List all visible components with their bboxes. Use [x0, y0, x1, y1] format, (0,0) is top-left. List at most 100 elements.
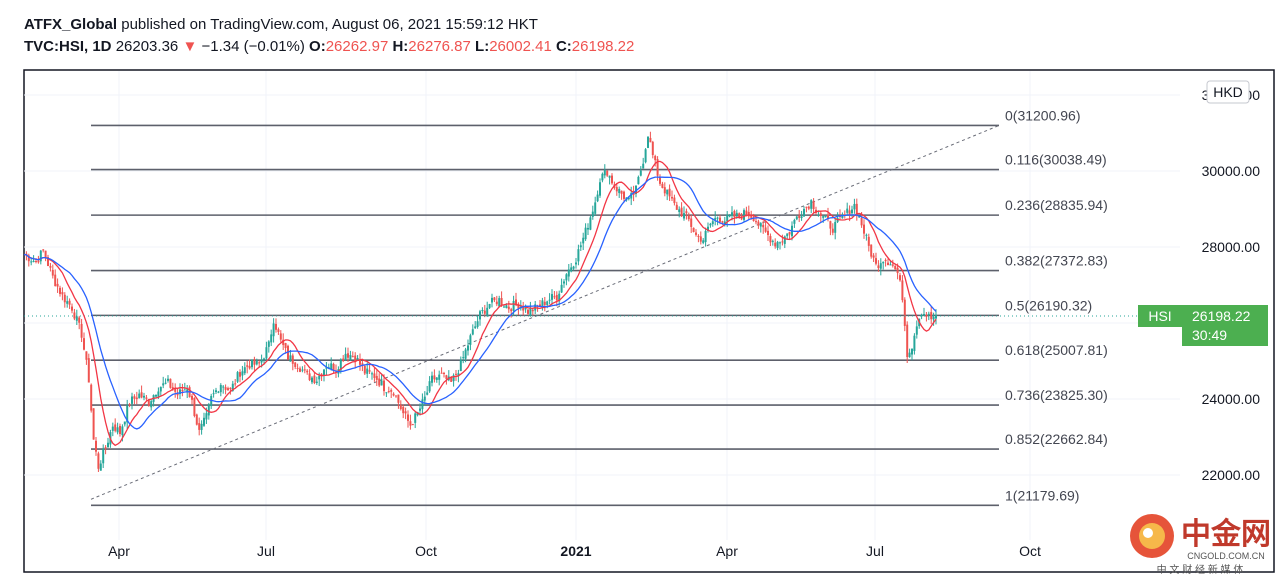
candle-body [39, 250, 42, 262]
candle-body [930, 312, 933, 320]
candle-body [565, 274, 568, 281]
candle-body [577, 249, 580, 262]
candle-body [95, 440, 97, 452]
fib-level-label: 1(21179.69) [1005, 487, 1079, 503]
fib-retracement[interactable]: 0(31200.96) 0.116(30038.49) 0.236(28835.94… [91, 107, 1108, 507]
candle-body [387, 391, 390, 393]
fib-level-label: 0.736(23825.30) [1005, 387, 1108, 403]
candle-body [258, 362, 261, 364]
candle-body [896, 267, 899, 274]
candles [24, 131, 1138, 473]
candle-body [793, 219, 796, 224]
candle-body [795, 216, 798, 220]
candle-body [224, 387, 227, 390]
price-chart[interactable]: 0(31200.96) 0.116(30038.49) 0.236(28835.94… [0, 0, 1287, 583]
candle-body [587, 227, 589, 230]
candle-body [407, 414, 409, 421]
candle-body [867, 236, 870, 246]
candle-body [426, 392, 429, 395]
candle-body [810, 200, 813, 209]
candle-body [510, 309, 513, 312]
candle-body [135, 397, 138, 400]
x-tick-label: 2021 [560, 543, 591, 559]
candle-body [63, 294, 66, 303]
candle-body [570, 267, 573, 272]
candle-body [807, 206, 810, 209]
candle-body [798, 215, 801, 218]
candle-body [78, 317, 81, 323]
candle-body [97, 453, 100, 469]
y-tick-label: 28000.00 [1202, 239, 1261, 255]
candle-body [639, 170, 642, 176]
candle-body [455, 373, 457, 375]
candle-body [284, 343, 287, 349]
candle-body [342, 358, 345, 361]
candle-body [308, 373, 311, 381]
fib-trend-line[interactable] [90, 125, 1000, 500]
candle-body [260, 359, 263, 363]
candle-body [901, 280, 904, 301]
candle-body [719, 217, 721, 222]
candle-body [128, 404, 131, 406]
currency-badge[interactable]: HKD [1206, 80, 1250, 104]
candle-body [927, 313, 930, 315]
candle-body [728, 215, 731, 217]
candle-body [899, 275, 901, 281]
candle-body [123, 421, 126, 425]
candle-body [366, 368, 369, 374]
candle-body [913, 335, 916, 351]
candle-body [596, 194, 599, 202]
ma-fast-line [23, 160, 937, 447]
watermark-logo: 中金网 CNGOLD.COM.CN 中 文 财 经 新 媒 体 [1130, 514, 1271, 576]
candle-body [589, 217, 592, 230]
candle-body [747, 211, 750, 217]
candle-body [347, 353, 349, 358]
candle-body [911, 348, 913, 355]
candle-body [270, 334, 273, 343]
candle-body [507, 306, 510, 310]
candle-body [61, 292, 64, 295]
candle-body [582, 237, 585, 244]
fib-level-label: 0.852(22662.84) [1005, 431, 1108, 447]
candle-body [711, 221, 714, 225]
candle-body [781, 241, 784, 243]
candle-body [42, 249, 45, 251]
candle-body [584, 227, 587, 240]
candle-body [30, 261, 33, 263]
candle-body [121, 426, 124, 436]
candle-body [615, 187, 618, 192]
candle-body [99, 463, 102, 471]
candle-body [932, 316, 935, 320]
candle-body [805, 206, 808, 208]
candle-body [875, 258, 877, 264]
x-tick-label: Jul [866, 543, 884, 559]
candle-body [831, 228, 834, 233]
candle-body [690, 218, 693, 227]
candle-body [925, 315, 928, 317]
candle-body [313, 375, 316, 383]
time-axis[interactable]: Apr Jul Oct 2021 Apr Jul Oct [108, 543, 1041, 559]
candle-body [894, 265, 897, 270]
candle-body [90, 384, 93, 411]
candle-body [395, 395, 397, 397]
x-tick-label: Apr [108, 543, 130, 559]
x-tick-label: Oct [1019, 543, 1041, 559]
moving-averages [23, 160, 937, 447]
candle-body [882, 261, 885, 264]
candle-body [409, 421, 412, 426]
candle-body [819, 213, 822, 216]
candle-body [68, 300, 71, 305]
candle-body [51, 269, 54, 276]
candle-body [591, 211, 594, 217]
candle-body [75, 316, 78, 321]
candle-body [872, 255, 875, 258]
candle-body [383, 380, 385, 392]
price-axis[interactable]: 32000.0030000.0028000.0026000.0024000.00… [1202, 87, 1261, 483]
candle-body [73, 312, 76, 319]
chart-area[interactable]: 0(31200.96) 0.116(30038.49) 0.236(28835.94… [0, 0, 1287, 583]
trend-line-dashed[interactable] [90, 125, 1000, 500]
candle-body [131, 396, 133, 404]
candle-body [527, 309, 529, 314]
candle-body [716, 217, 719, 219]
candle-body [500, 298, 503, 306]
